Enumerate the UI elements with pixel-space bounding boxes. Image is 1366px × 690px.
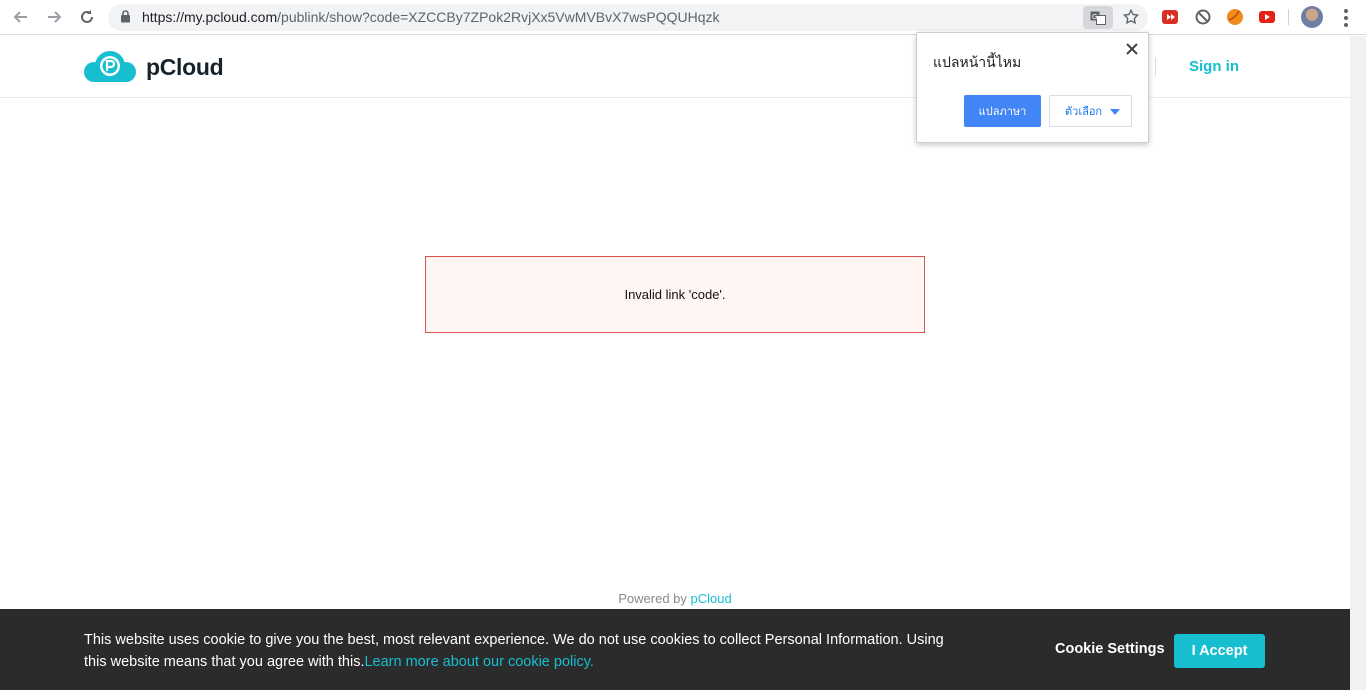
block-icon[interactable]: [1194, 8, 1212, 26]
error-message-box: Invalid link 'code'.: [425, 256, 925, 333]
powered-by: Powered by pCloud: [0, 591, 1350, 606]
translate-options-label: ตัวเลือก: [1065, 106, 1103, 118]
url-text: https://my.pcloud.com/publink/show?code=…: [142, 9, 719, 25]
toolbar-divider: [1288, 9, 1289, 25]
powered-by-prefix: Powered by: [618, 591, 691, 606]
url-host: https://my.pcloud.com: [142, 9, 278, 25]
translate-popup-title: แปลหน้านี้ไหม: [933, 54, 1022, 70]
browser-menu-icon[interactable]: [1340, 8, 1352, 28]
chevron-down-icon: [1110, 109, 1120, 115]
translate-icon[interactable]: G: [1083, 6, 1113, 29]
lock-icon: [120, 10, 131, 28]
svg-text:G: G: [1092, 13, 1097, 21]
url-path: /publink/show?code=XZCCBy7ZPok2RvjXx5VwM…: [277, 9, 720, 25]
close-icon[interactable]: [1125, 42, 1139, 56]
translate-options-button[interactable]: ตัวเลือก: [1049, 95, 1132, 127]
logo-text: pCloud: [146, 53, 224, 80]
cookie-message: This website uses cookie to give you the…: [84, 629, 964, 673]
reload-icon[interactable]: [76, 6, 98, 28]
accept-cookies-button[interactable]: I Accept: [1174, 634, 1265, 668]
bookmark-star-icon[interactable]: [1122, 8, 1140, 31]
extension-red-play-icon[interactable]: [1161, 8, 1179, 26]
translate-button[interactable]: แปลภาษา: [964, 95, 1041, 127]
powered-by-link[interactable]: pCloud: [691, 591, 732, 606]
translate-popup: แปลหน้านี้ไหม แปลภาษา ตัวเลือก: [916, 32, 1149, 143]
cookie-banner: This website uses cookie to give you the…: [0, 609, 1350, 690]
page-scrollbar[interactable]: [1350, 36, 1366, 690]
site-header: pCloud Sign in: [0, 36, 1366, 98]
pcloud-logo[interactable]: pCloud: [84, 50, 224, 84]
browser-toolbar: https://my.pcloud.com/publink/show?code=…: [0, 0, 1366, 35]
cookie-settings-button[interactable]: Cookie Settings: [1055, 641, 1165, 657]
address-bar[interactable]: https://my.pcloud.com/publink/show?code=…: [108, 4, 1148, 31]
cookie-policy-link[interactable]: Learn more about our cookie policy.: [364, 654, 593, 670]
profile-avatar-icon[interactable]: [1301, 6, 1323, 28]
header-divider: [1155, 58, 1156, 76]
error-message: Invalid link 'code'.: [624, 287, 726, 302]
back-icon[interactable]: [10, 6, 32, 28]
sign-in-link[interactable]: Sign in: [1189, 58, 1239, 75]
youtube-icon[interactable]: [1258, 8, 1276, 26]
forward-icon[interactable]: [43, 6, 65, 28]
pcloud-cloud-icon: [84, 51, 136, 82]
extension-orange-ball-icon[interactable]: [1226, 8, 1244, 26]
